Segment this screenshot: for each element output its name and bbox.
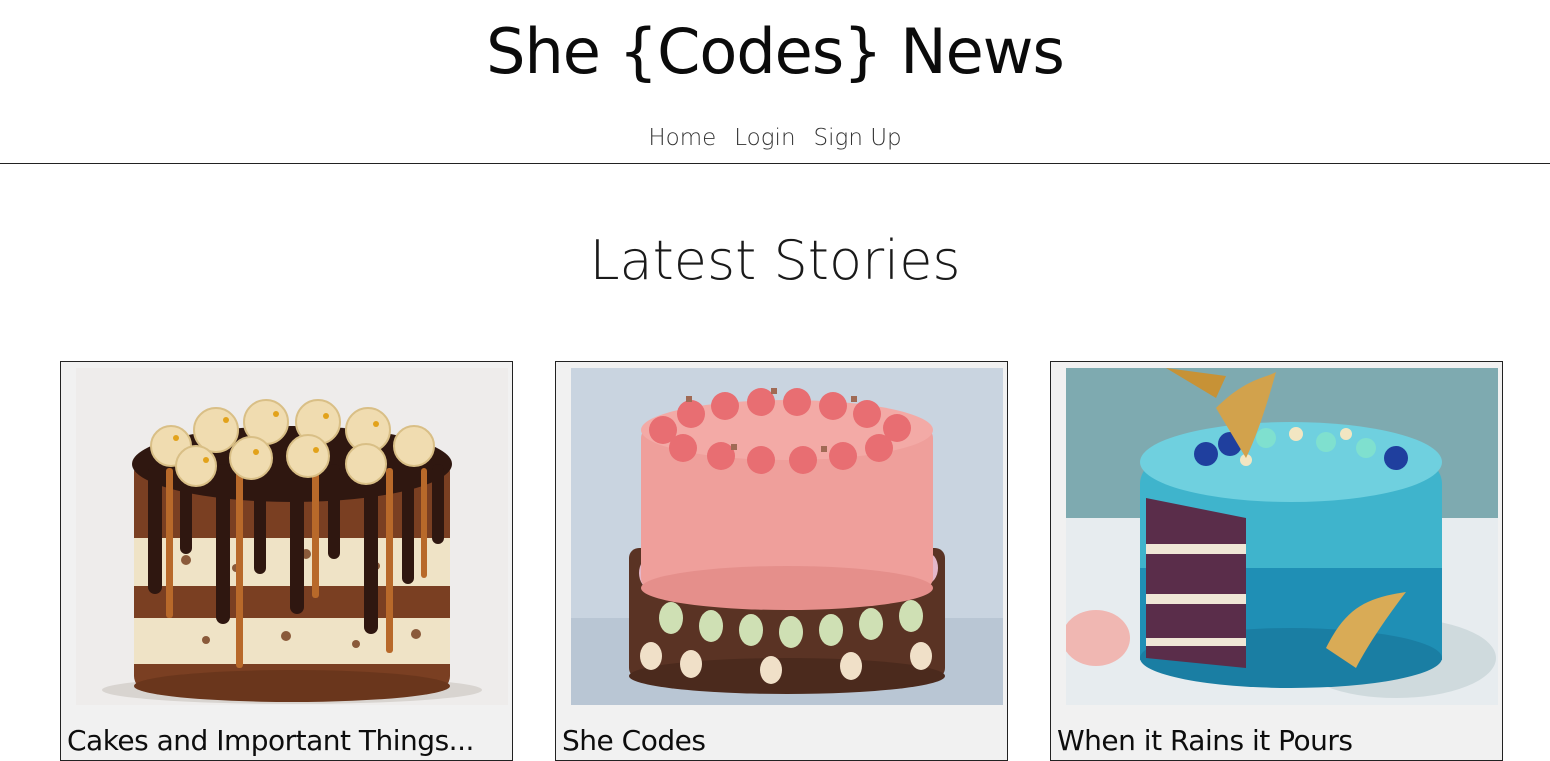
story-card[interactable]: Cakes and Important Things... <box>60 361 513 761</box>
story-card[interactable]: When it Rains it Pours <box>1050 361 1503 761</box>
story-image-chocolate-drip-cake[interactable] <box>76 368 508 705</box>
story-title[interactable]: She Codes <box>562 722 706 760</box>
nav-home-link[interactable]: Home <box>648 122 716 154</box>
site-header: She {Codes} News Home Login Sign Up <box>0 0 1550 164</box>
nav-login-link[interactable]: Login <box>734 122 795 154</box>
story-card[interactable]: She Codes <box>555 361 1008 761</box>
latest-stories-heading: Latest Stories <box>589 229 961 292</box>
story-image-pink-cake[interactable] <box>571 368 1003 705</box>
main-nav: Home Login Sign Up <box>0 122 1550 154</box>
story-title[interactable]: Cakes and Important Things... <box>67 722 474 760</box>
site-title: She {Codes} News <box>486 15 1065 88</box>
nav-signup-link[interactable]: Sign Up <box>814 122 902 154</box>
story-image-mermaid-cake[interactable] <box>1066 368 1498 705</box>
story-title[interactable]: When it Rains it Pours <box>1057 722 1353 760</box>
